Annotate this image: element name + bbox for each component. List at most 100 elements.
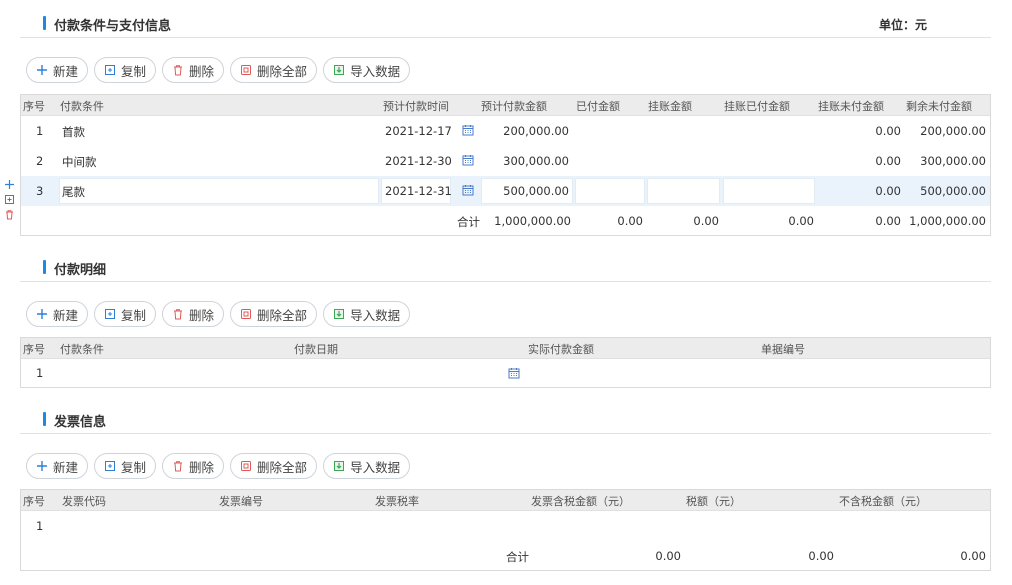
row-number: 1 [36,366,44,380]
row-number: 3 [36,184,44,198]
invoice-copy-button[interactable]: 复制 [94,453,157,479]
condition-cell[interactable]: 首款 [62,124,85,140]
terms-delete-button[interactable]: 删除 [162,57,225,83]
col-header-condition: 付款条件 [60,343,104,356]
amount-cell[interactable]: 500,000.00 [503,184,569,198]
col-header-pay-date: 付款日期 [294,343,338,356]
invoice-delete-all-button[interactable]: 删除全部 [230,453,318,479]
terms-grid-header: 序号 付款条件 预计付款时间 预计付款金额 已付金额 挂账金额 挂账已付金额 挂… [21,95,990,116]
total-credit-paid: 0.00 [788,214,814,228]
invoice-toolbar: 新建 复制 删除 删除全部 导入数据 [26,453,411,479]
calendar-icon[interactable] [508,367,520,379]
total-row: 合计 1,000,000.00 0.00 0.00 0.00 0.00 1,00… [21,206,990,236]
table-row[interactable]: 1 首款 2021-12-17 200,000.00 0.00 200,000.… [21,116,990,146]
date-cell[interactable]: 2021-12-17 [385,124,452,138]
paid-amount-editor[interactable] [575,178,645,204]
table-row[interactable]: 1 [21,511,990,541]
invoice-grid: 序号 发票代码 发票编号 发票税率 发票含税金额（元） 税额（元） 不含税金额（… [20,489,991,571]
row-number: 1 [36,519,44,533]
date-cell[interactable]: 2021-12-30 [385,154,452,168]
copy-icon [103,307,117,321]
col-header-credit-paid: 挂账已付金额 [724,100,790,113]
remaining-cell: 300,000.00 [920,154,986,168]
row-number: 1 [36,124,44,138]
delete-all-icon [239,307,253,321]
invoice-import-button[interactable]: 导入数据 [323,453,411,479]
amount-cell[interactable]: 300,000.00 [503,154,569,168]
details-section-header: 付款明细 [20,260,991,282]
total-row: 合计 0.00 0.00 0.00 [21,541,990,571]
details-delete-button[interactable]: 删除 [162,301,225,327]
col-header-actual-amount: 实际付款金额 [528,343,594,356]
date-cell[interactable]: 2021-12-31 [385,184,452,198]
terms-section-title: 付款条件与支付信息 [54,19,172,34]
remaining-cell: 500,000.00 [920,184,986,198]
table-row-selected[interactable]: 3 尾款 2021-12-31 500,000.00 0.00 500,000.… [21,176,990,206]
col-header-invoice-no: 发票编号 [219,495,263,508]
table-row[interactable]: 1 [21,359,990,387]
plus-icon [35,63,49,77]
unit-label: 单位：元 [878,18,927,32]
invoice-grid-header: 序号 发票代码 发票编号 发票税率 发票含税金额（元） 税额（元） 不含税金额（… [21,490,990,511]
total-without-tax: 0.00 [960,549,986,563]
plus-icon [35,307,49,321]
calendar-icon[interactable] [462,154,474,166]
terms-copy-button[interactable]: 复制 [94,57,157,83]
condition-editor[interactable] [59,178,379,204]
section-accent-bar [43,16,46,30]
calendar-icon[interactable] [462,184,474,196]
invoice-new-button[interactable]: 新建 [26,453,89,479]
col-header-no: 序号 [23,100,45,113]
invoice-delete-button[interactable]: 删除 [162,453,225,479]
terms-grid: 序号 付款条件 预计付款时间 预计付款金额 已付金额 挂账金额 挂账已付金额 挂… [20,94,991,236]
terms-section-header: 付款条件与支付信息 单位：元 [20,16,991,38]
col-header-tax-rate: 发票税率 [375,495,419,508]
col-header-credit-unpaid: 挂账未付金额 [818,100,884,113]
total-credit-unpaid: 0.00 [875,214,901,228]
col-header-amount-with-tax: 发票含税金额（元） [531,495,630,508]
col-header-condition: 付款条件 [60,100,104,113]
row-delete-icon[interactable] [4,209,15,220]
import-icon [332,63,346,77]
total-with-tax: 0.00 [655,549,681,563]
delete-all-icon [239,63,253,77]
details-copy-button[interactable]: 复制 [94,301,157,327]
import-icon [332,307,346,321]
row-add-icon[interactable] [4,179,15,190]
total-remaining: 1,000,000.00 [909,214,986,228]
total-amount: 1,000,000.00 [494,214,571,228]
condition-cell[interactable]: 中间款 [62,154,97,170]
details-import-button[interactable]: 导入数据 [323,301,411,327]
condition-cell[interactable]: 尾款 [62,184,85,200]
terms-new-button[interactable]: 新建 [26,57,89,83]
row-number: 2 [36,154,44,168]
total-credit: 0.00 [693,214,719,228]
details-toolbar: 新建 复制 删除 删除全部 导入数据 [26,301,411,327]
col-header-invoice-code: 发票代码 [62,495,106,508]
trash-icon [171,63,185,77]
col-header-remaining: 剩余未付金额 [906,100,972,113]
details-grid-header: 序号 付款条件 付款日期 实际付款金额 单据编号 [21,338,990,359]
table-row[interactable]: 2 中间款 2021-12-30 300,000.00 0.00 300,000… [21,146,990,176]
copy-icon [103,459,117,473]
calendar-icon[interactable] [462,124,474,136]
delete-all-icon [239,459,253,473]
trash-icon [171,459,185,473]
invoice-section-title: 发票信息 [54,415,107,430]
details-section-title: 付款明细 [54,263,107,278]
col-header-no: 序号 [23,343,45,356]
terms-import-button[interactable]: 导入数据 [323,57,411,83]
col-header-no: 序号 [23,495,45,508]
details-new-button[interactable]: 新建 [26,301,89,327]
total-label: 合计 [457,215,480,229]
details-delete-all-button[interactable]: 删除全部 [230,301,318,327]
credit-paid-editor[interactable] [723,178,815,204]
credit-unpaid-cell: 0.00 [875,184,901,198]
col-header-doc-no: 单据编号 [761,343,805,356]
credit-amount-editor[interactable] [647,178,720,204]
amount-cell[interactable]: 200,000.00 [503,124,569,138]
details-grid: 序号 付款条件 付款日期 实际付款金额 单据编号 1 [20,337,991,388]
row-copy-icon[interactable] [4,194,15,205]
terms-delete-all-button[interactable]: 删除全部 [230,57,318,83]
remaining-cell: 200,000.00 [920,124,986,138]
